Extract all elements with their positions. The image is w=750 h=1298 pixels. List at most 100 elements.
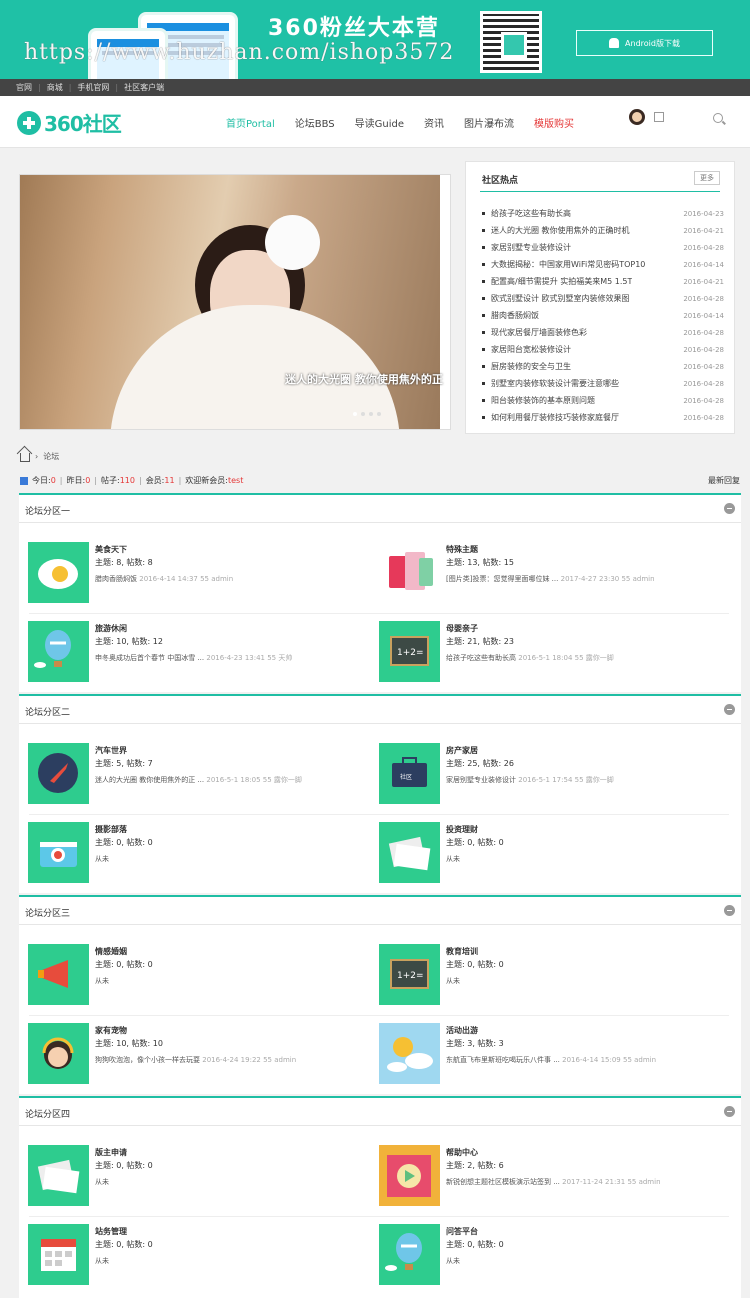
forum-name[interactable]: 教育培训 bbox=[446, 946, 478, 957]
watermark-text: https://www.huzhan.com/ishop3572 bbox=[24, 40, 455, 65]
nav-waterfall[interactable]: 图片瀑布流 bbox=[464, 115, 514, 130]
forum-name[interactable]: 帮助中心 bbox=[446, 1147, 478, 1158]
section-title[interactable]: 论坛分区三 bbox=[25, 906, 70, 919]
forum-section: 论坛分区四 版主申请 主题: 0, 帖数: 0 从未 帮助中心 主题: 2, 帖数: 6… bbox=[19, 1096, 741, 1298]
last-post-meta: 2016-4-14 15:09 55 admin bbox=[562, 1056, 657, 1064]
hot-item[interactable]: 阳台装修装饰的基本原则问题 2016-04-28 bbox=[482, 392, 724, 409]
hot-item[interactable]: 大数据揭秘：中国家用WiFi常见密码TOP10 2016-04-14 bbox=[482, 256, 724, 273]
hot-item[interactable]: 家居阳台宽松装修设计 2016-04-28 bbox=[482, 341, 724, 358]
slider-dots[interactable] bbox=[353, 412, 381, 416]
forum-name[interactable]: 活动出游 bbox=[446, 1025, 478, 1036]
hot-item[interactable]: 腊肉香肠焖饭 2016-04-14 bbox=[482, 307, 724, 324]
forum-name[interactable]: 美食天下 bbox=[95, 544, 127, 555]
section-title[interactable]: 论坛分区一 bbox=[25, 504, 70, 517]
last-post-link[interactable]: 迷人的大光圈 教你使用焦外的正 ... bbox=[95, 776, 204, 784]
forum-name[interactable]: 情感婚姻 bbox=[95, 946, 127, 957]
link-client[interactable]: 社区客户端 bbox=[124, 82, 164, 93]
balloon-icon[interactable] bbox=[379, 1224, 440, 1285]
new-member-link[interactable]: test bbox=[228, 476, 243, 485]
last-post-link[interactable]: 从未 bbox=[446, 977, 460, 985]
blackboard-icon[interactable]: 1+2= bbox=[379, 621, 440, 682]
nav-buy-template[interactable]: 模版购买 bbox=[534, 115, 574, 130]
forum-counts: 主题: 3, 帖数: 3 bbox=[446, 1039, 504, 1048]
link-mobile[interactable]: 手机官网 bbox=[77, 82, 109, 93]
link-mall[interactable]: 商城 bbox=[47, 82, 63, 93]
checkin-icon[interactable] bbox=[654, 112, 664, 122]
video-icon[interactable] bbox=[379, 1145, 440, 1206]
forum-name[interactable]: 家有宠物 bbox=[95, 1025, 127, 1036]
last-post-link[interactable]: 从未 bbox=[446, 1257, 460, 1265]
last-post-link[interactable]: 给孩子吃这些有助长高 bbox=[446, 654, 516, 662]
last-post-link[interactable]: 家居别墅专业装修设计 bbox=[446, 776, 516, 784]
section-title[interactable]: 论坛分区二 bbox=[25, 705, 70, 718]
collapse-icon[interactable] bbox=[724, 503, 735, 514]
last-post-link[interactable]: 狗狗吹泡泡，像个小孩一样去玩耍 bbox=[95, 1056, 200, 1064]
camera-icon[interactable] bbox=[28, 822, 89, 883]
blackboard-icon[interactable]: 1+2= bbox=[379, 944, 440, 1005]
nav-guide[interactable]: 导读Guide bbox=[355, 115, 404, 130]
balloon-icon[interactable] bbox=[28, 621, 89, 682]
last-post-link[interactable]: 从未 bbox=[95, 1178, 109, 1186]
last-post-link[interactable]: 从未 bbox=[95, 855, 109, 863]
forum-name[interactable]: 汽车世界 bbox=[95, 745, 127, 756]
section-title[interactable]: 论坛分区四 bbox=[25, 1107, 70, 1120]
collapse-icon[interactable] bbox=[724, 905, 735, 916]
forum-name[interactable]: 摄影部落 bbox=[95, 824, 127, 835]
egg-icon[interactable] bbox=[28, 542, 89, 603]
hot-item[interactable]: 迷人的大光圈 教你使用焦外的正确时机 2016-04-21 bbox=[482, 222, 724, 239]
search-icon[interactable] bbox=[713, 113, 723, 123]
nav-news[interactable]: 资讯 bbox=[424, 115, 444, 130]
forum-name[interactable]: 投资理财 bbox=[446, 824, 478, 835]
collapse-icon[interactable] bbox=[724, 704, 735, 715]
last-post-link[interactable]: [图片类]投票：您觉得里面哪位妹 ... bbox=[446, 575, 558, 583]
latest-replies-link[interactable]: 最新回复 bbox=[708, 475, 740, 486]
newspaper-icon[interactable] bbox=[379, 822, 440, 883]
home-icon[interactable] bbox=[20, 453, 30, 462]
forum-name[interactable]: 特殊主题 bbox=[446, 544, 478, 555]
forum-name[interactable]: 版主申请 bbox=[95, 1147, 127, 1158]
phones-icon[interactable] bbox=[379, 542, 440, 603]
forum-name[interactable]: 问答平台 bbox=[446, 1226, 478, 1237]
collapse-icon[interactable] bbox=[724, 1106, 735, 1117]
forum-name[interactable]: 站务管理 bbox=[95, 1226, 127, 1237]
hot-item[interactable]: 现代家居餐厅墙面装修色彩 2016-04-28 bbox=[482, 324, 724, 341]
last-post-link[interactable]: 东航直飞布里斯班吃喝玩乐八件事 ... bbox=[446, 1056, 560, 1064]
nav-bbs[interactable]: 论坛BBS bbox=[295, 115, 335, 130]
hot-item[interactable]: 配置高/细节需提升 实拍福美来M5 1.5T 2016-04-21 bbox=[482, 273, 724, 290]
forum-item: 旅游休闲 主题: 10, 帖数: 12 申冬奥成功后首个春节 中国冰雪 ... 20… bbox=[28, 621, 368, 682]
weather-icon[interactable] bbox=[379, 1023, 440, 1084]
user-avatar[interactable] bbox=[629, 109, 645, 125]
newspaper-icon[interactable] bbox=[28, 1145, 89, 1206]
site-logo[interactable]: 360社区 bbox=[17, 108, 122, 137]
rocket-icon[interactable] bbox=[28, 743, 89, 804]
nav-home[interactable]: 首页Portal bbox=[226, 115, 275, 130]
top-banner[interactable]: 360粉丝大本营 Android版下载 https://www.huzhan.c… bbox=[0, 0, 750, 79]
last-post-link[interactable]: 从未 bbox=[95, 1257, 109, 1265]
briefcase-icon[interactable]: 社区 bbox=[379, 743, 440, 804]
breadcrumb-forum[interactable]: 论坛 bbox=[43, 451, 59, 462]
last-post-link[interactable]: 从未 bbox=[95, 977, 109, 985]
hot-item[interactable]: 欧式别墅设计 欧式别墅室内装修效果图 2016-04-28 bbox=[482, 290, 724, 307]
hot-item[interactable]: 厨房装修的安全与卫生 2016-04-28 bbox=[482, 358, 724, 375]
hot-item[interactable]: 如何利用餐厅装修技巧装修家庭餐厅 2016-04-28 bbox=[482, 409, 724, 426]
forum-name[interactable]: 房产家居 bbox=[446, 745, 478, 756]
link-official[interactable]: 官网 bbox=[16, 82, 32, 93]
hot-item[interactable]: 家居别墅专业装修设计 2016-04-28 bbox=[482, 239, 724, 256]
more-button[interactable]: 更多 bbox=[694, 171, 720, 185]
image-slider[interactable]: 迷人的大光圈 教你使用焦外的正 bbox=[19, 174, 451, 430]
forum-counts: 主题: 0, 帖数: 0 bbox=[95, 838, 153, 847]
megaphone-icon[interactable] bbox=[28, 944, 89, 1005]
header: 360社区 首页Portal 论坛BBS 导读Guide 资讯 图片瀑布流 模版… bbox=[0, 96, 750, 148]
slide-caption[interactable]: 迷人的大光圈 教你使用焦外的正 bbox=[285, 371, 443, 387]
forum-name[interactable]: 母婴亲子 bbox=[446, 623, 478, 634]
calendar-icon[interactable] bbox=[28, 1224, 89, 1285]
last-post-link[interactable]: 从未 bbox=[446, 855, 460, 863]
hot-item[interactable]: 别墅室内装修软装设计需要注意哪些 2016-04-28 bbox=[482, 375, 724, 392]
last-post-link[interactable]: 申冬奥成功后首个春节 中国冰雪 ... bbox=[95, 654, 204, 662]
headset-girl-icon[interactable] bbox=[28, 1023, 89, 1084]
last-post-link[interactable]: 腊肉香肠焖饭 bbox=[95, 575, 137, 583]
hot-item[interactable]: 给孩子吃这些有助长高 2016-04-23 bbox=[482, 205, 724, 222]
last-post-link[interactable]: 新锐创想主题社区模板演示站签到 ... bbox=[446, 1178, 560, 1186]
android-download-button[interactable]: Android版下载 bbox=[576, 30, 713, 56]
forum-name[interactable]: 旅游休闲 bbox=[95, 623, 127, 634]
